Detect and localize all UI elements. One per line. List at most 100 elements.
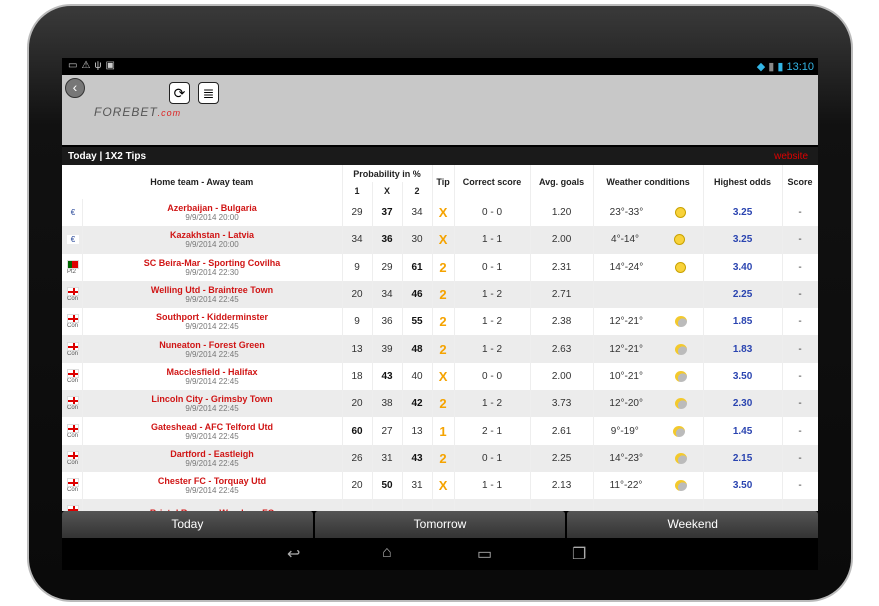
table-row[interactable]: Con Southport - Kidderminster 9/9/2014 22… (62, 308, 818, 336)
match-cell[interactable]: Nuneaton - Forest Green 9/9/2014 22:45 (82, 335, 343, 363)
match-cell[interactable]: Welling Utd - Braintree Town 9/9/2014 22:… (82, 280, 343, 309)
tip: X (432, 199, 455, 227)
nav-back-icon[interactable]: ↩ (287, 544, 300, 564)
temperature: 4°-14° (611, 234, 640, 246)
match-teams[interactable]: Nuneaton - Forest Green (83, 340, 342, 350)
prob-1: 13 (342, 335, 373, 363)
prob-2: 55 (402, 308, 433, 336)
match-cell[interactable]: SC Beira-Mar - Sporting Covilha 9/9/2014 … (82, 253, 343, 281)
highest-odds: 1.83 (703, 335, 783, 363)
match-cell[interactable]: Kazakhstan - Latvia 9/9/2014 20:00 (82, 226, 343, 254)
col-p2: 2 (402, 182, 433, 199)
match-teams[interactable]: Macclesfield - Halifax (83, 367, 342, 377)
weather-sun-icon (675, 207, 687, 219)
match-date: 9/9/2014 22:45 (185, 404, 239, 414)
tab-weekend[interactable]: Weekend (567, 511, 818, 538)
status-bar: ▭⚠ψ▣ ◆ ▮ ▮ 13:10 (62, 58, 818, 75)
table-row[interactable]: € Kazakhstan - Latvia 9/9/2014 20:00 34 36… (62, 226, 818, 254)
menu-button[interactable]: ≣ (198, 82, 219, 104)
weather-cloud-icon (674, 370, 687, 382)
highest-odds: 2.15 (703, 444, 783, 472)
match-date: 9/9/2014 22:45 (185, 376, 239, 386)
back-button[interactable]: ‹ (65, 78, 85, 98)
prob-2: 31 (402, 471, 433, 500)
match-date: 9/9/2014 22:45 (185, 431, 239, 441)
match-teams[interactable]: SC Beira-Mar - Sporting Covilha (83, 258, 342, 268)
tab-tomorrow[interactable]: Tomorrow (314, 511, 566, 538)
table-row[interactable]: € Azerbaijan - Bulgaria 9/9/2014 20:00 29… (62, 199, 818, 227)
flag-icon (67, 396, 79, 406)
table-row[interactable]: Con Gateshead - AFC Telford Utd 9/9/2014 … (62, 417, 818, 445)
prob-x: 39 (372, 335, 403, 363)
table-row[interactable]: Con Lincoln City - Grimsby Town 9/9/2014 … (62, 390, 818, 418)
nav-recent-apps-icon[interactable]: ❐ (572, 544, 586, 564)
match-cell[interactable]: Lincoln City - Grimsby Town 9/9/2014 22:4… (82, 390, 343, 418)
col-p1: 1 (342, 182, 373, 199)
table-row[interactable]: Con Dartford - Eastleigh 9/9/2014 22:45 2… (62, 444, 818, 472)
match-teams[interactable]: Azerbaijan - Bulgaria (83, 203, 342, 213)
android-nav-bar: ↩ ⌂ ▭ ❐ (62, 538, 818, 570)
match-cell[interactable]: Macclesfield - Halifax 9/9/2014 22:45 (82, 362, 343, 391)
prob-2: 48 (402, 335, 433, 363)
col-probability: Probability in % (342, 165, 433, 182)
flag-icon (67, 368, 79, 378)
col-odds: Highest odds (703, 165, 783, 199)
weather-cloud-icon (674, 452, 687, 464)
col-tip: Tip (432, 165, 455, 199)
score: - (782, 226, 818, 254)
league-cell: Pt2 (62, 253, 83, 281)
league-cell: € (62, 226, 83, 254)
table-row[interactable]: Con Nuneaton - Forest Green 9/9/2014 22:4… (62, 335, 818, 363)
logo: FOREBET.com (94, 105, 181, 119)
correct-score: 1 - 2 (454, 390, 531, 418)
refresh-button[interactable]: ⟳ (169, 82, 190, 104)
prob-1: 9 (342, 253, 373, 281)
correct-score: 1 - 1 (454, 471, 531, 500)
tab-today[interactable]: Today (62, 511, 313, 538)
match-cell[interactable]: Southport - Kidderminster 9/9/2014 22:45 (82, 308, 343, 336)
match-cell[interactable]: Gateshead - AFC Telford Utd 9/9/2014 22:4… (82, 417, 343, 445)
page-title: Today | 1X2 Tips (68, 151, 147, 162)
match-teams[interactable]: Kazakhstan - Latvia (83, 230, 342, 240)
match-cell[interactable]: Dartford - Eastleigh 9/9/2014 22:45 (82, 444, 343, 472)
weather-cell (593, 280, 704, 309)
nav-home-icon[interactable]: ⌂ (382, 544, 392, 562)
temperature: 14°-23° (609, 452, 643, 464)
match-teams[interactable]: Dartford - Eastleigh (83, 449, 342, 459)
table-row[interactable]: Pt2 SC Beira-Mar - Sporting Covilha 9/9/2… (62, 253, 818, 281)
avg-goals: 2.71 (530, 280, 594, 309)
notification-icons: ▭⚠ψ▣ (68, 60, 119, 71)
avg-goals: 2.13 (530, 471, 594, 500)
table-row[interactable]: Con Chester FC - Torquay Utd 9/9/2014 22:… (62, 471, 818, 500)
prob-2: 30 (402, 226, 433, 254)
temperature: 14°-24° (609, 261, 644, 273)
col-weather: Weather conditions (593, 165, 704, 199)
match-teams[interactable]: Gateshead - AFC Telford Utd (83, 422, 342, 432)
table-row[interactable]: Con Welling Utd - Braintree Town 9/9/2014… (62, 280, 818, 309)
prob-x: 38 (372, 390, 403, 418)
league-code: Pt2 (67, 268, 77, 275)
prob-1: 20 (342, 471, 373, 500)
avg-goals: 2.00 (530, 362, 594, 391)
score: - (782, 471, 818, 500)
title-bar: Today | 1X2 Tips website (62, 145, 818, 165)
prob-2: 61 (402, 253, 433, 281)
tip: 2 (432, 280, 455, 309)
match-cell[interactable]: Azerbaijan - Bulgaria 9/9/2014 20:00 (82, 199, 343, 227)
bottom-tabs: Today Tomorrow Weekend (62, 511, 818, 538)
euro-logo-icon: € (67, 235, 79, 245)
wifi-icon: ◆ (756, 61, 766, 73)
col-px: X (372, 182, 403, 199)
tip: X (432, 362, 455, 391)
nav-recents-icon[interactable]: ▭ (477, 544, 492, 564)
table-row[interactable]: Con Macclesfield - Halifax 9/9/2014 22:45… (62, 362, 818, 391)
weather-cell: 14°-24° (593, 253, 704, 281)
league-cell: Con (62, 444, 83, 472)
match-teams[interactable]: Lincoln City - Grimsby Town (83, 394, 342, 404)
match-cell[interactable]: Chester FC - Torquay Utd 9/9/2014 22:45 (82, 471, 343, 500)
website-link[interactable]: website (774, 151, 808, 162)
match-teams[interactable]: Chester FC - Torquay Utd (83, 476, 342, 486)
match-teams[interactable]: Southport - Kidderminster (83, 312, 342, 322)
match-teams[interactable]: Welling Utd - Braintree Town (83, 285, 342, 295)
app-header: ‹ FOREBET.com ⟳ ≣ (62, 75, 818, 145)
